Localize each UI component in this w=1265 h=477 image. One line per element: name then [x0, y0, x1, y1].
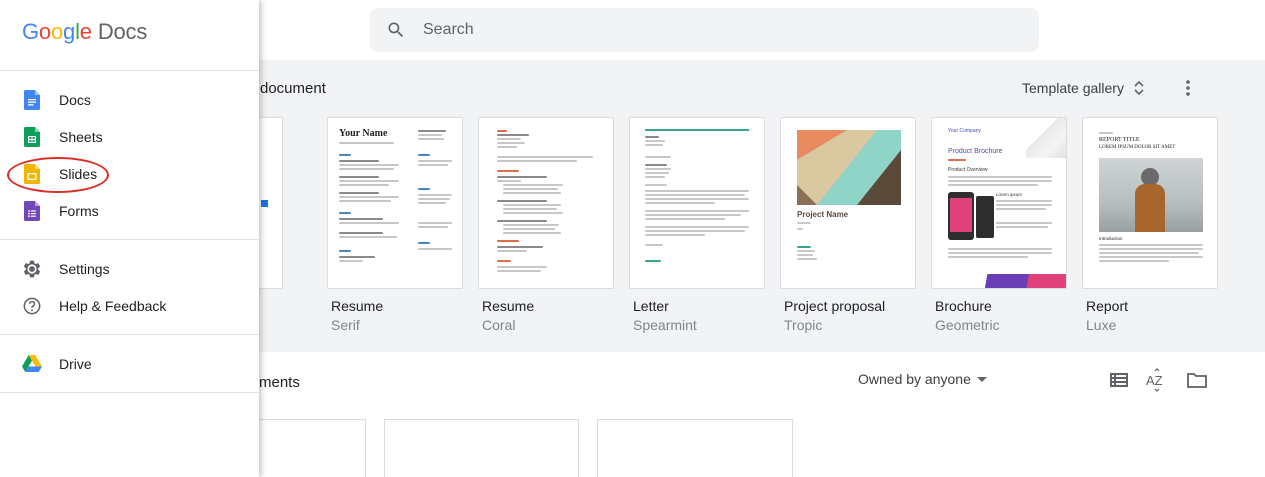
docs-icon	[22, 89, 42, 110]
forms-icon	[22, 200, 42, 221]
nav-label: Forms	[59, 202, 99, 219]
template-name: Report	[1086, 298, 1129, 314]
template-thumbnail[interactable]	[629, 117, 765, 289]
gear-icon	[22, 259, 42, 279]
owner-filter-dropdown[interactable]: Owned by anyone	[858, 371, 987, 387]
search-icon	[388, 22, 404, 38]
thumb-report-subtitle: LOREM IPSUM DOLOR SIT AMET	[1099, 145, 1176, 150]
recent-section-title: ments	[259, 374, 300, 391]
report-photo	[1099, 158, 1203, 232]
nav-item-settings[interactable]: Settings	[0, 250, 259, 287]
template-brochure-geometric[interactable]: Your Company Product Brochure Product Ov…	[931, 117, 1067, 333]
nav-label: Slides	[59, 165, 98, 182]
template-style: Coral	[482, 317, 516, 333]
dropdown-caret-icon	[976, 376, 987, 382]
search-input[interactable]	[423, 21, 983, 39]
template-name: Resume	[482, 298, 535, 314]
thumb-introduction: Introduction	[1099, 236, 1123, 241]
nav-item-drive[interactable]: Drive	[0, 345, 259, 382]
template-style: Luxe	[1086, 317, 1117, 333]
recent-document-card[interactable]	[597, 419, 793, 477]
phone-graphic-2	[976, 196, 994, 238]
navigation-drawer: Google Docs Docs Sheets Slides Forms Set…	[0, 0, 259, 477]
thumb-your-name: Your Name	[339, 128, 388, 139]
owner-filter-label: Owned by anyone	[858, 371, 971, 387]
template-thumbnail[interactable]	[478, 117, 614, 289]
drive-group: Drive	[0, 335, 259, 393]
search-bar[interactable]	[370, 8, 1039, 52]
template-thumbnail[interactable]: Your Name	[327, 117, 463, 289]
thumb-your-company: Your Company	[948, 128, 981, 134]
proposal-graphic	[797, 130, 901, 205]
thumb-lorem-ipsum: Lorem ipsum	[996, 192, 1023, 197]
template-project-proposal-tropic[interactable]: Project Name Project proposal Tropic	[780, 117, 916, 333]
template-style: Geometric	[935, 317, 1000, 333]
svg-text:AZ: AZ	[1146, 373, 1163, 388]
help-icon	[22, 296, 42, 316]
nav-label: Sheets	[59, 128, 103, 145]
folder-icon[interactable]	[1185, 368, 1209, 392]
template-name: Resume	[331, 298, 384, 314]
template-gallery-label: Template gallery	[1022, 80, 1124, 96]
sort-az-icon[interactable]: AZ	[1145, 368, 1169, 392]
nav-item-sheets[interactable]: Sheets	[0, 118, 259, 155]
template-resume-serif[interactable]: Your Name Resume Serif	[327, 117, 463, 333]
template-name: Letter	[633, 298, 669, 314]
nav-item-slides[interactable]: Slides	[0, 155, 259, 192]
brochure-footer-band	[932, 274, 1066, 288]
template-thumbnail[interactable]: REPORT TITLE LOREM IPSUM DOLOR SIT AMET …	[1082, 117, 1218, 289]
template-style: Tropic	[784, 317, 823, 333]
accent-rule	[645, 129, 749, 131]
sheets-icon	[22, 126, 42, 147]
nav-label: Help & Feedback	[59, 297, 167, 314]
phone-graphic	[948, 192, 974, 240]
template-resume-coral[interactable]: Resume Coral	[478, 117, 614, 333]
thumb-product-overview: Product Overview	[948, 167, 988, 173]
thumb-project-name: Project Name	[797, 210, 849, 219]
drive-icon	[22, 354, 42, 374]
unfold-icon	[1134, 80, 1144, 96]
nav-item-docs[interactable]: Docs	[0, 81, 259, 118]
geometric-corner	[1026, 118, 1066, 158]
template-style: Serif	[331, 317, 360, 333]
nav-item-forms[interactable]: Forms	[0, 192, 259, 229]
google-docs-logo[interactable]: Google Docs	[22, 19, 147, 45]
template-gallery-button[interactable]: Template gallery	[1012, 72, 1156, 104]
drawer-header: Google Docs	[0, 0, 259, 71]
blank-plus-fragment	[261, 200, 268, 207]
nav-item-help-feedback[interactable]: Help & Feedback	[0, 287, 259, 324]
template-name: Brochure	[935, 298, 992, 314]
template-letter-spearmint[interactable]: Letter Spearmint	[629, 117, 765, 333]
product-name: Docs	[97, 19, 148, 44]
template-thumbnail[interactable]: Your Company Product Brochure Product Ov…	[931, 117, 1067, 289]
template-name: Project proposal	[784, 298, 886, 314]
template-style: Spearmint	[633, 317, 697, 333]
list-view-icon[interactable]	[1107, 368, 1131, 392]
apps-group: Docs Sheets Slides Forms	[0, 71, 259, 240]
section-title: document	[260, 80, 326, 97]
settings-group: Settings Help & Feedback	[0, 240, 259, 335]
thumb-report-title: REPORT TITLE	[1099, 137, 1140, 143]
slides-icon	[22, 163, 42, 184]
nav-label: Drive	[59, 355, 92, 372]
template-report-luxe[interactable]: REPORT TITLE LOREM IPSUM DOLOR SIT AMET …	[1082, 117, 1218, 333]
recent-document-card[interactable]	[384, 419, 579, 477]
template-thumbnail[interactable]: Project Name	[780, 117, 916, 289]
more-options-icon[interactable]	[1176, 76, 1200, 100]
nav-label: Settings	[59, 260, 110, 277]
thumb-product-brochure: Product Brochure	[948, 148, 1003, 155]
nav-label: Docs	[59, 91, 91, 108]
